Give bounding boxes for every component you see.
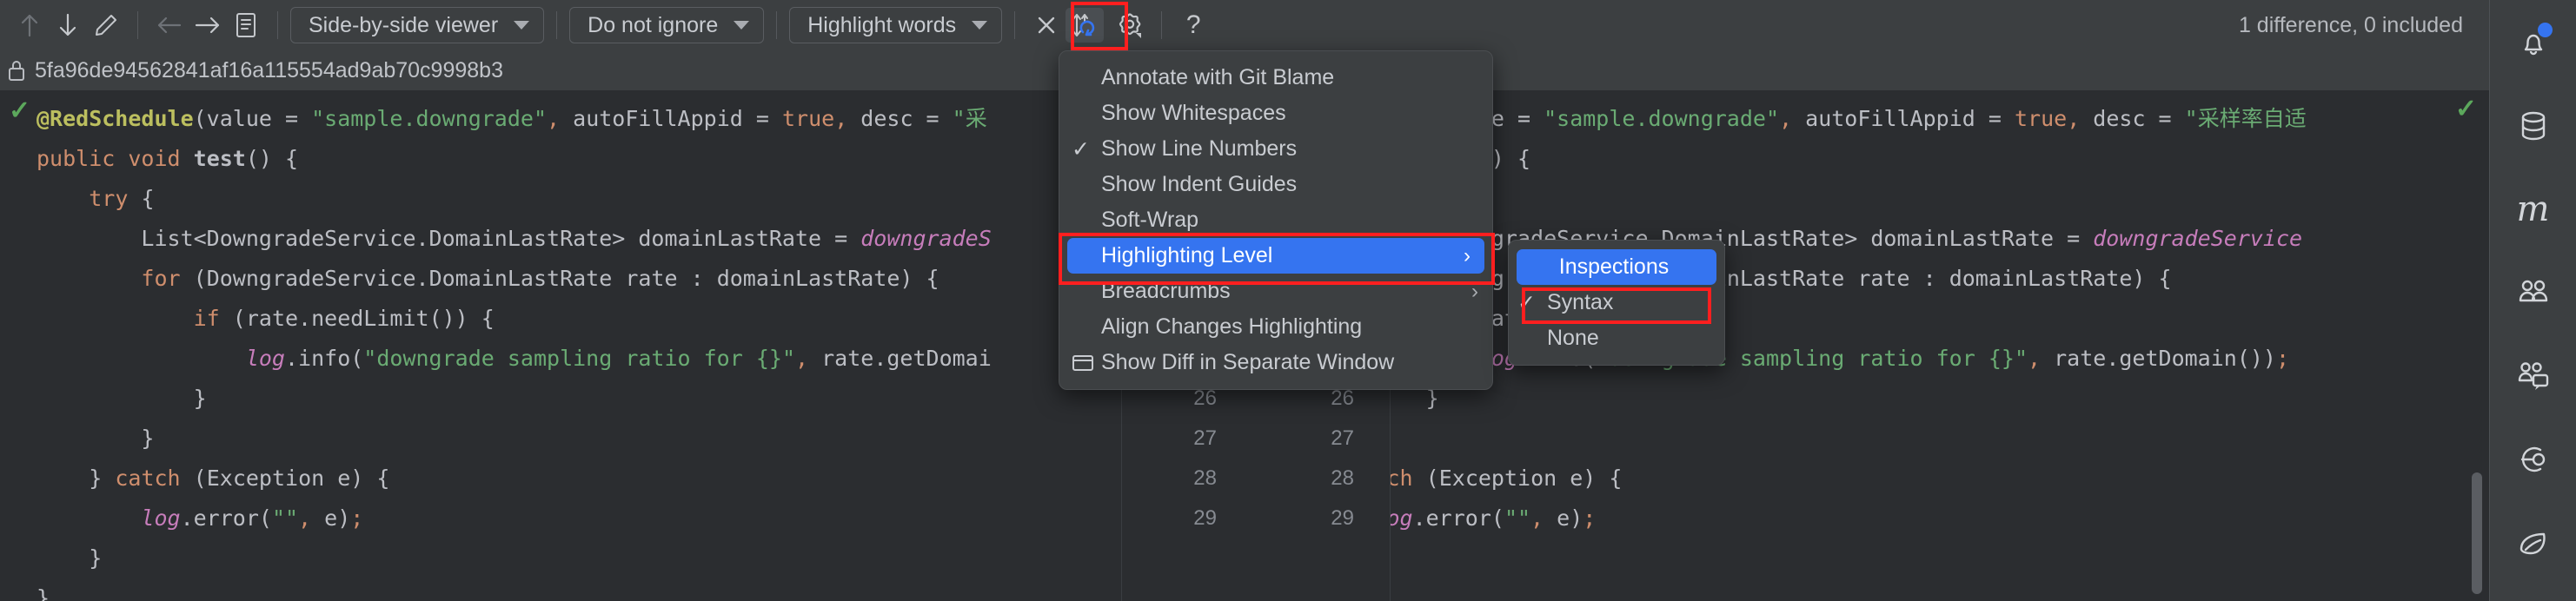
window-icon xyxy=(1072,353,1101,373)
menu-item-label: Show Line Numbers xyxy=(1101,136,1298,161)
menu-item-label: Align Changes Highlighting xyxy=(1101,314,1363,339)
compare-files-icon[interactable] xyxy=(227,8,265,43)
highlight-mode-label: Highlight words xyxy=(807,12,957,37)
maven-icon[interactable]: m xyxy=(2506,182,2560,236)
apply-left-icon[interactable] xyxy=(150,8,189,43)
viewer-mode-dropdown[interactable]: Side-by-side viewer xyxy=(290,7,545,43)
menu-item-highlighting-level[interactable]: Highlighting Level › xyxy=(1067,238,1484,274)
menu-item-breadcrumbs[interactable]: Breadcrumbs › xyxy=(1059,274,1492,309)
toolbar-divider-4 xyxy=(776,11,778,39)
line-number: 28 xyxy=(1193,466,1217,490)
menu-item-show-whitespaces[interactable]: Show Whitespaces xyxy=(1059,96,1492,131)
toolbar-divider xyxy=(137,11,138,39)
collapse-unchanged-icon[interactable] xyxy=(1027,8,1066,43)
diff-toolbar: Side-by-side viewer Do not ignore Highli… xyxy=(0,0,2489,50)
difference-status: 1 difference, 0 included xyxy=(2238,12,2463,37)
chevron-down-icon xyxy=(972,21,988,30)
database-icon[interactable] xyxy=(2506,99,2560,153)
highlight-mode-dropdown[interactable]: Highlight words xyxy=(789,7,1003,43)
menu-item-align-changes-highlighting[interactable]: Align Changes Highlighting xyxy=(1059,309,1492,345)
menu-item-show-indent-guides[interactable]: Show Indent Guides xyxy=(1059,167,1492,202)
edit-icon[interactable] xyxy=(87,8,125,43)
line-number: 28 xyxy=(1331,466,1354,490)
ignore-mode-dropdown[interactable]: Do not ignore xyxy=(569,7,765,43)
highlighting-level-submenu[interactable]: Inspections ✓ Syntax None xyxy=(1508,240,1725,366)
menu-item-label: Breadcrumbs xyxy=(1101,279,1231,303)
menu-item-label: Annotate with Git Blame xyxy=(1101,65,1335,89)
notifications-icon[interactable] xyxy=(2506,16,2560,69)
menu-item-show-diff-in-separate-window[interactable]: Show Diff in Separate Window xyxy=(1059,345,1492,380)
lock-icon xyxy=(7,59,26,82)
submenu-item-label: Syntax xyxy=(1547,290,1614,314)
diff-viewer-window: Side-by-side viewer Do not ignore Highli… xyxy=(0,0,2576,601)
chevron-down-icon xyxy=(734,21,750,30)
maven-letter: m xyxy=(2516,189,2550,229)
check-icon: ✓ xyxy=(1072,136,1090,162)
endpoints-icon[interactable] xyxy=(2506,433,2560,486)
help-icon[interactable]: ? xyxy=(1174,8,1212,43)
left-diff-pane[interactable]: ✓ @RedSchedule(value = "sample.downgrade… xyxy=(0,90,1121,601)
notification-badge xyxy=(2537,23,2553,37)
code-review-icon[interactable] xyxy=(2506,349,2560,403)
previous-difference-icon[interactable] xyxy=(10,8,49,43)
submenu-item-syntax[interactable]: ✓ Syntax xyxy=(1509,285,1724,320)
left-pane-status-check-icon: ✓ xyxy=(9,96,31,125)
toolbar-divider-6 xyxy=(1161,11,1163,39)
menu-item-soft-wrap[interactable]: Soft-Wrap xyxy=(1059,202,1492,238)
toolbar-divider-3 xyxy=(556,11,558,39)
submenu-item-none[interactable]: None xyxy=(1509,320,1724,356)
help-label: ? xyxy=(1185,10,1201,39)
menu-item-label: Show Whitespaces xyxy=(1101,101,1286,125)
menu-item-label: Soft-Wrap xyxy=(1101,208,1199,232)
line-number: 27 xyxy=(1331,426,1354,450)
toolbar-divider-5 xyxy=(1014,11,1016,39)
ignore-mode-label: Do not ignore xyxy=(588,12,719,37)
right-tool-sidebar: m xyxy=(2489,0,2576,601)
right-pane-scrollbar[interactable] xyxy=(2472,472,2482,594)
toolbar-divider-2 xyxy=(277,11,278,39)
submenu-item-label: Inspections xyxy=(1558,254,1670,279)
synchronize-scrolling-icon[interactable] xyxy=(1066,8,1105,43)
team-icon[interactable] xyxy=(2506,266,2560,320)
viewer-mode-label: Side-by-side viewer xyxy=(309,12,499,37)
next-difference-icon[interactable] xyxy=(49,8,87,43)
diff-settings-gear-icon[interactable] xyxy=(1111,8,1149,43)
apply-right-icon[interactable] xyxy=(189,8,227,43)
line-number: 29 xyxy=(1193,506,1217,530)
check-icon: ✓ xyxy=(1517,290,1536,315)
left-code-content[interactable]: @RedSchedule(value = "sample.downgrade",… xyxy=(0,90,1121,601)
chevron-down-icon xyxy=(514,21,530,30)
right-pane-status-check-icon: ✓ xyxy=(2454,95,2477,123)
menu-item-label: Show Indent Guides xyxy=(1101,172,1298,196)
menu-item-label: Show Diff in Separate Window xyxy=(1101,350,1395,374)
menu-item-label: Highlighting Level xyxy=(1101,243,1273,267)
menu-item-show-line-numbers[interactable]: ✓ Show Line Numbers xyxy=(1059,131,1492,167)
commit-hash: 5fa96de94562841af16a115554ad9ab70c9998b3 xyxy=(35,57,503,83)
line-number: 29 xyxy=(1331,506,1354,530)
menu-item-annotate-with-git-blame[interactable]: Annotate with Git Blame xyxy=(1059,60,1492,96)
leaf-icon[interactable] xyxy=(2506,516,2560,570)
line-number: 27 xyxy=(1193,426,1217,450)
chevron-right-icon: › xyxy=(1471,279,1478,303)
submenu-item-label: None xyxy=(1547,326,1599,350)
submenu-item-inspections[interactable]: Inspections xyxy=(1517,249,1716,285)
chevron-right-icon: › xyxy=(1464,243,1471,267)
diff-settings-menu[interactable]: Annotate with Git Blame Show Whitespaces ✓… xyxy=(1059,50,1493,390)
